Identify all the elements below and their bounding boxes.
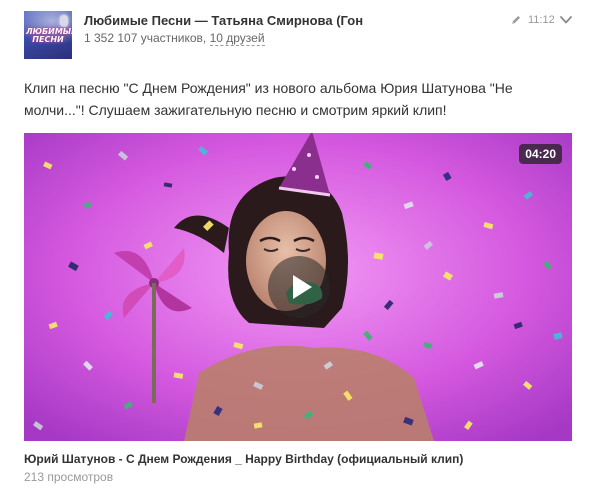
members-count: 1 352 107 участников (84, 31, 203, 45)
friends-link[interactable]: 10 друзей (209, 31, 265, 46)
group-avatar[interactable]: ЛЮБИМЫЕ ПЕСНИ (24, 11, 72, 59)
meta-separator: , (202, 31, 210, 45)
post-time: 11:12 (528, 14, 555, 26)
post-text: Клип на песню "С Днем Рождения" из новог… (24, 80, 513, 118)
group-name-link[interactable]: Любимые Песни — Татьяна Смирнова (Гон (84, 13, 494, 28)
video-title-link[interactable]: Юрий Шатунов - С Днем Рождения _ Happy B… (24, 452, 463, 466)
group-meta: 1 352 107 участников, 10 друзей (84, 31, 265, 46)
video-duration: 04:20 (519, 144, 562, 164)
chevron-down-icon[interactable] (559, 14, 573, 26)
play-button[interactable] (268, 256, 330, 318)
avatar-logo-text: ЛЮБИМЫЕ ПЕСНИ (26, 27, 72, 44)
feed-post: ЛЮБИМЫЕ ПЕСНИ Любимые Песни — Татьяна См… (0, 0, 595, 488)
video-views: 213 просмотров (24, 470, 114, 484)
play-icon (293, 275, 312, 299)
video-player[interactable]: 04:20 (24, 133, 572, 441)
microphone-icon (60, 15, 68, 27)
pencil-icon[interactable] (510, 14, 522, 26)
